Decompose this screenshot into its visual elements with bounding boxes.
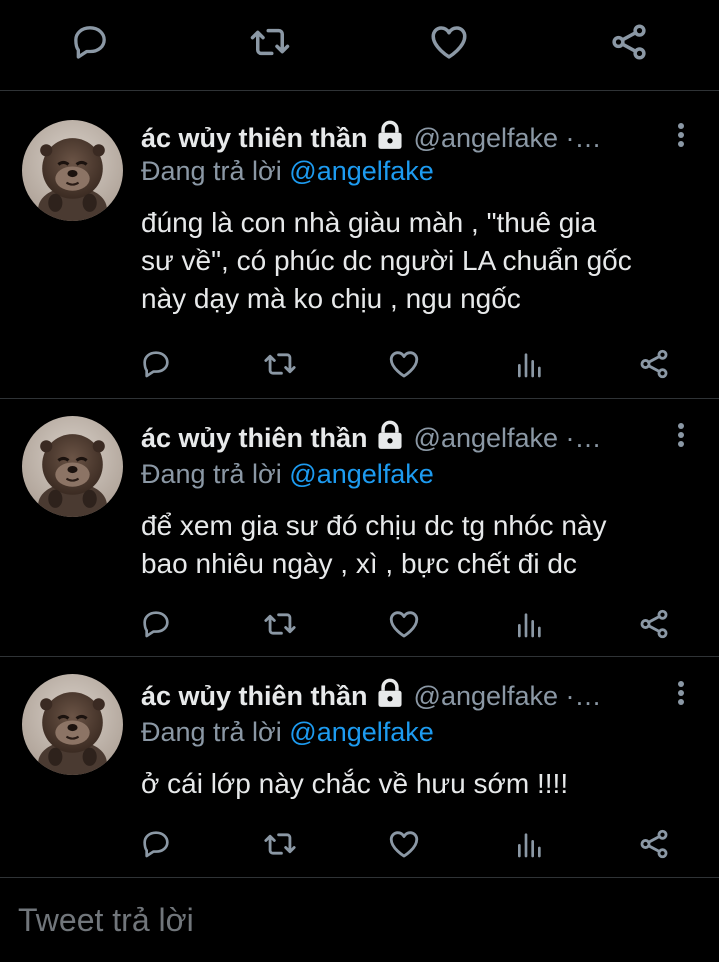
like-icon[interactable] (384, 344, 424, 384)
display-name[interactable]: ác wủy thiên thần (141, 423, 368, 454)
tweet-text-line: để xem gia sư đó chịu dc tg nhóc này (141, 510, 607, 541)
avatar[interactable] (22, 120, 123, 221)
more-options-icon[interactable] (671, 678, 691, 710)
tweet-actions (0, 344, 719, 384)
tweet-actions (0, 604, 719, 644)
display-name[interactable]: ác wủy thiên thần (141, 681, 368, 712)
reply-icon[interactable] (136, 604, 176, 644)
avatar[interactable] (22, 674, 123, 775)
share-icon[interactable] (634, 344, 674, 384)
tweet-text: đúng là con nhà giàu màh , "thuê gia sư … (141, 204, 701, 318)
reply-icon[interactable] (66, 18, 114, 66)
avatar[interactable] (22, 416, 123, 517)
retweet-icon[interactable] (260, 604, 300, 644)
lock-icon (376, 678, 404, 715)
retweet-icon[interactable] (260, 824, 300, 864)
retweet-icon[interactable] (246, 18, 294, 66)
reply-icon[interactable] (136, 824, 176, 864)
replying-to: Đang trả lời @angelfake (141, 156, 434, 187)
reply-input[interactable]: Tweet trả lời (18, 902, 194, 939)
reply-composer[interactable]: Tweet trả lời (0, 880, 719, 962)
tweet-text-line: bao nhiêu ngày , xì , bực chết đi dc (141, 548, 577, 579)
tweet-text-line: này dạy mà ko chịu , ngu ngốc (141, 283, 521, 314)
tweet-header: ác wủy thiên thần @angelfake ·… (141, 676, 602, 716)
replying-to: Đang trả lời @angelfake (141, 717, 434, 748)
tweet-text: để xem gia sư đó chịu dc tg nhóc này bao… (141, 507, 701, 583)
tweet-header: ác wủy thiên thần @angelfake ·… (141, 418, 602, 458)
user-handle[interactable]: @angelfake ·… (414, 681, 602, 712)
tweet-text: ở cái lớp này chắc về hưu sớm !!!! (141, 765, 701, 803)
display-name[interactable]: ác wủy thiên thần (141, 123, 368, 154)
tweet-text-line: sư về", có phúc dc người LA chuẩn gốc (141, 245, 632, 276)
share-icon[interactable] (605, 18, 653, 66)
tweet-actions (0, 824, 719, 864)
user-handle[interactable]: @angelfake ·… (414, 423, 602, 454)
tweet[interactable]: ác wủy thiên thần @angelfake ·… Đang trả… (0, 92, 719, 399)
tweet-header: ác wủy thiên thần @angelfake ·… (141, 118, 602, 158)
replying-prefix: Đang trả lời (141, 156, 282, 186)
share-icon[interactable] (634, 604, 674, 644)
analytics-icon[interactable] (510, 824, 550, 864)
more-options-icon[interactable] (671, 420, 691, 452)
top-action-bar (0, 0, 719, 91)
mention-link[interactable]: @angelfake (289, 459, 434, 489)
retweet-icon[interactable] (260, 344, 300, 384)
tweet[interactable]: ác wủy thiên thần @angelfake ·… Đang trả… (0, 657, 719, 878)
more-options-icon[interactable] (671, 120, 691, 152)
tweet-text-line: đúng là con nhà giàu màh , "thuê gia (141, 207, 597, 238)
tweet-text-line: ở cái lớp này chắc về hưu sớm !!!! (141, 768, 569, 799)
replying-prefix: Đang trả lời (141, 717, 282, 747)
replying-prefix: Đang trả lời (141, 459, 282, 489)
mention-link[interactable]: @angelfake (289, 717, 434, 747)
lock-icon (376, 120, 404, 157)
lock-icon (376, 420, 404, 457)
analytics-icon[interactable] (510, 604, 550, 644)
tweet[interactable]: ác wủy thiên thần @angelfake ·… Đang trả… (0, 399, 719, 657)
like-icon[interactable] (425, 18, 473, 66)
analytics-icon[interactable] (510, 344, 550, 384)
like-icon[interactable] (384, 604, 424, 644)
user-handle[interactable]: @angelfake ·… (414, 123, 602, 154)
replying-to: Đang trả lời @angelfake (141, 459, 434, 490)
reply-icon[interactable] (136, 344, 176, 384)
like-icon[interactable] (384, 824, 424, 864)
share-icon[interactable] (634, 824, 674, 864)
mention-link[interactable]: @angelfake (289, 156, 434, 186)
